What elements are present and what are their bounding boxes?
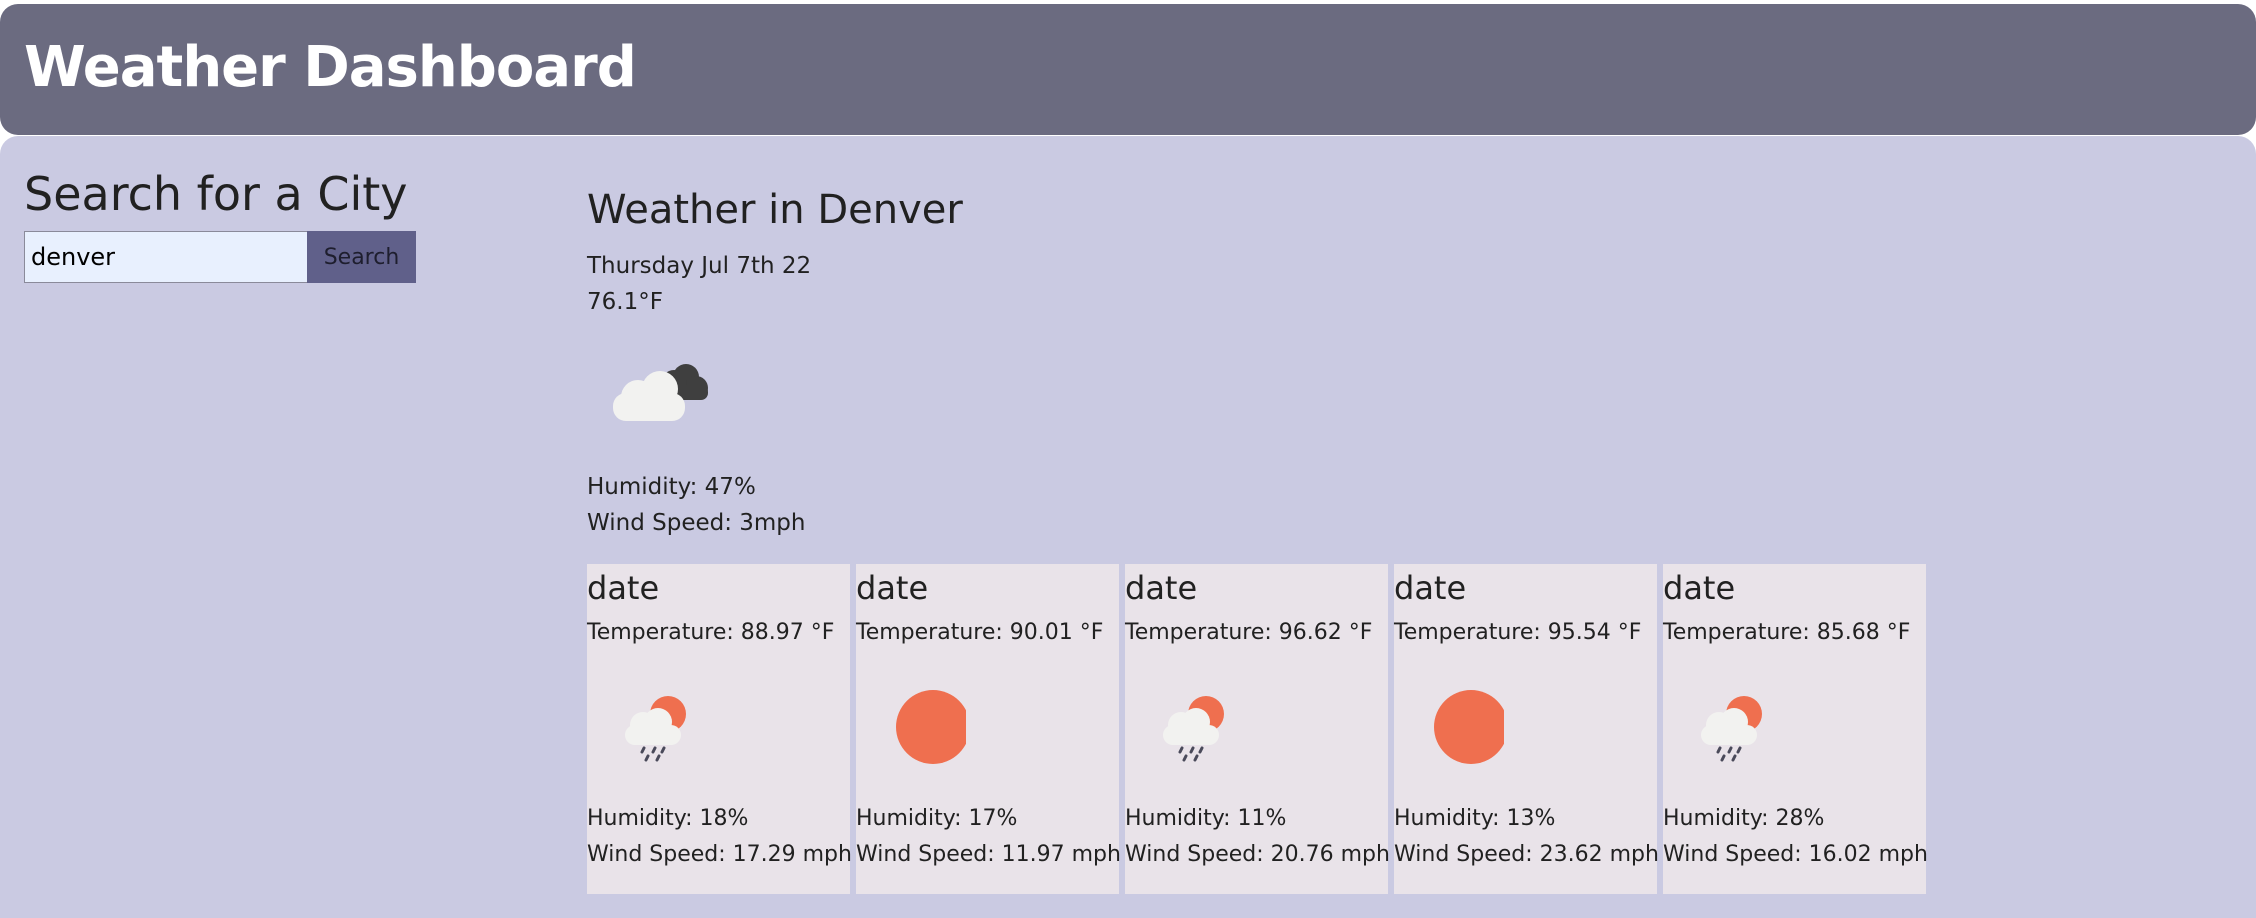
sun-icon [896,690,966,764]
forecast-wind: Wind Speed: 11.97 mph [856,842,1121,867]
forecast-card: date Temperature: 85.68 °F Humidity: 28%… [1663,564,1928,894]
forecast-humidity: Humidity: 17% [856,806,1018,831]
forecast-card: date Temperature: 95.54 °F Humidity: 13%… [1394,564,1659,894]
forecast-humidity: Humidity: 13% [1394,806,1556,831]
current-temperature: 76.1°F [587,289,663,315]
current-weather-heading: Weather in Denver [587,186,963,234]
forecast-date: date [1663,569,1736,607]
forecast-date: date [1125,569,1198,607]
current-city-title: Weather in Denver [587,187,963,233]
forecast-humidity: Humidity: 18% [587,806,749,831]
sun-rain-cloud-icon [625,696,686,762]
forecast-humidity: Humidity: 11% [1125,806,1287,831]
page-title: Weather Dashboard [24,35,637,100]
forecast-date: date [1394,569,1467,607]
sun-rain-cloud-icon [1163,696,1224,762]
forecast-humidity: Humidity: 28% [1663,806,1825,831]
current-humidity: Humidity: 47% [587,474,756,500]
forecast-wind: Wind Speed: 20.76 mph [1125,842,1390,867]
forecast-wind: Wind Speed: 23.62 mph [1394,842,1659,867]
partly-cloudy-dark-icon [613,364,708,421]
main-panel: Search for a City Search Weather in Denv… [0,136,2256,918]
search-button[interactable]: Search [307,231,416,283]
header-bar: Weather Dashboard [0,4,2256,135]
sun-rain-cloud-icon [1701,696,1762,762]
forecast-date: date [587,569,660,607]
search-input[interactable] [24,231,308,283]
forecast-wind: Wind Speed: 17.29 mph [587,842,852,867]
current-date: Thursday Jul 7th 22 [587,253,812,279]
forecast-temperature: Temperature: 90.01 °F [856,620,1104,645]
forecast-date: date [856,569,929,607]
forecast-temperature: Temperature: 85.68 °F [1663,620,1911,645]
forecast-temperature: Temperature: 96.62 °F [1125,620,1373,645]
forecast-card: date Temperature: 96.62 °F Humidity: 11%… [1125,564,1390,894]
current-wind: Wind Speed: 3mph [587,510,806,536]
search-title: Search for a City [24,167,408,221]
forecast-card: date Temperature: 88.97 °F Humidity: 18%… [587,564,852,894]
sun-icon [1434,690,1504,764]
forecast-temperature: Temperature: 88.97 °F [587,620,835,645]
forecast-temperature: Temperature: 95.54 °F [1394,620,1642,645]
forecast-card: date Temperature: 90.01 °F Humidity: 17%… [856,564,1121,894]
forecast-wind: Wind Speed: 16.02 mph [1663,842,1928,867]
